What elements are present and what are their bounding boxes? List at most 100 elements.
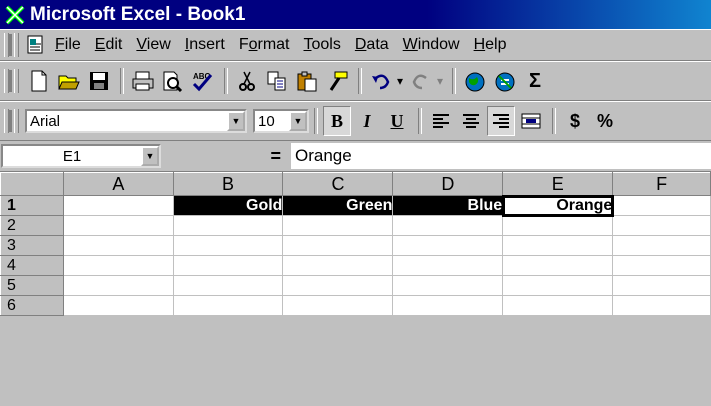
cell[interactable] — [172, 255, 284, 276]
chevron-down-icon[interactable]: ▼ — [227, 111, 245, 131]
cell-a1[interactable] — [63, 195, 174, 216]
undo-dropdown[interactable]: ▾ — [397, 74, 403, 88]
cell[interactable] — [502, 235, 614, 256]
paste-icon[interactable] — [293, 66, 321, 96]
cell[interactable] — [282, 295, 394, 316]
menu-file[interactable]: File — [55, 36, 81, 54]
font-size-select[interactable]: 10 ▼ — [253, 109, 309, 133]
chevron-down-icon[interactable]: ▼ — [289, 111, 307, 131]
autosum-icon[interactable]: Σ — [521, 66, 549, 96]
cell[interactable] — [282, 255, 394, 276]
cell-b1[interactable]: Gold — [172, 195, 284, 216]
formula-input[interactable]: Orange — [291, 143, 711, 169]
cell[interactable] — [612, 255, 711, 276]
format-grip-2 — [14, 109, 19, 133]
format-grip[interactable] — [4, 109, 9, 133]
cell[interactable] — [612, 295, 711, 316]
cell[interactable] — [392, 255, 504, 276]
font-size-value: 10 — [258, 112, 275, 130]
row-header-4[interactable]: 4 — [0, 255, 65, 276]
cell[interactable] — [392, 215, 504, 236]
row-header-3[interactable]: 3 — [0, 235, 65, 256]
cell[interactable] — [502, 295, 614, 316]
row-header-2[interactable]: 2 — [0, 215, 65, 236]
cell-f1[interactable] — [612, 195, 711, 216]
cell-d1[interactable]: Blue — [392, 195, 504, 216]
cell[interactable] — [172, 295, 284, 316]
equals-sign[interactable]: = — [161, 146, 291, 167]
chevron-down-icon[interactable]: ▼ — [141, 146, 159, 166]
select-all-corner[interactable] — [0, 172, 65, 196]
cell[interactable] — [392, 295, 504, 316]
spelling-icon[interactable]: ABC — [189, 66, 217, 96]
menu-format[interactable]: Format — [239, 36, 290, 54]
cell[interactable] — [502, 275, 614, 296]
column-header-d[interactable]: D — [392, 172, 504, 196]
cut-icon[interactable] — [233, 66, 261, 96]
menu-data[interactable]: Data — [355, 36, 389, 54]
column-header-b[interactable]: B — [172, 172, 284, 196]
row-header-1[interactable]: 1 — [0, 195, 65, 216]
cell[interactable] — [172, 235, 284, 256]
cell[interactable] — [612, 275, 711, 296]
align-center-icon[interactable] — [457, 106, 485, 136]
percent-button[interactable]: % — [591, 106, 619, 136]
menu-insert[interactable]: Insert — [185, 36, 225, 54]
menu-view[interactable]: View — [136, 36, 170, 54]
cell[interactable] — [63, 235, 174, 256]
cell[interactable] — [63, 255, 174, 276]
cell[interactable] — [612, 235, 711, 256]
cell[interactable] — [172, 215, 284, 236]
print-icon[interactable] — [129, 66, 157, 96]
cell[interactable] — [392, 275, 504, 296]
align-right-icon[interactable] — [487, 106, 515, 136]
underline-button[interactable]: U — [383, 106, 411, 136]
font-name-select[interactable]: Arial ▼ — [25, 109, 247, 133]
row-header-6[interactable]: 6 — [0, 295, 65, 316]
column-header-e[interactable]: E — [502, 172, 614, 196]
menu-window[interactable]: Window — [403, 36, 460, 54]
name-box[interactable]: E1 ▼ — [1, 144, 161, 168]
format-painter-icon[interactable] — [323, 66, 351, 96]
hyperlink-icon[interactable] — [491, 66, 519, 96]
cell[interactable] — [502, 255, 614, 276]
cell[interactable] — [282, 215, 394, 236]
toolbar-grip[interactable] — [4, 69, 9, 93]
currency-button[interactable]: $ — [561, 106, 589, 136]
cell[interactable] — [63, 275, 174, 296]
align-left-icon[interactable] — [427, 106, 455, 136]
menu-help[interactable]: Help — [474, 36, 507, 54]
cell[interactable] — [502, 215, 614, 236]
redo-icon[interactable] — [407, 66, 435, 96]
menu-grip[interactable] — [4, 33, 9, 57]
open-icon[interactable] — [55, 66, 83, 96]
column-header-c[interactable]: C — [282, 172, 394, 196]
column-header-a[interactable]: A — [63, 172, 174, 196]
new-icon[interactable] — [25, 66, 53, 96]
cell[interactable] — [282, 275, 394, 296]
merge-center-icon[interactable] — [517, 106, 545, 136]
menu-edit[interactable]: Edit — [95, 36, 123, 54]
copy-icon[interactable] — [263, 66, 291, 96]
document-icon[interactable] — [25, 34, 47, 56]
menu-tools[interactable]: Tools — [304, 36, 341, 54]
print-preview-icon[interactable] — [159, 66, 187, 96]
undo-icon[interactable] — [367, 66, 395, 96]
cell[interactable] — [63, 215, 174, 236]
cell-e1[interactable]: Orange — [501, 194, 614, 217]
cell[interactable] — [172, 275, 284, 296]
cell[interactable] — [392, 235, 504, 256]
bold-button[interactable]: B — [323, 106, 351, 136]
italic-button[interactable]: I — [353, 106, 381, 136]
save-icon[interactable] — [85, 66, 113, 96]
worksheet-grid: A B C D E F 1 Gold Green Blue Orange 2 3… — [0, 172, 711, 316]
web-toolbar-icon[interactable] — [461, 66, 489, 96]
cell[interactable] — [612, 215, 711, 236]
row-header-5[interactable]: 5 — [0, 275, 65, 296]
column-header-f[interactable]: F — [612, 172, 711, 196]
cell-c1[interactable]: Green — [282, 195, 394, 216]
table-row: 2 — [0, 215, 711, 236]
cell[interactable] — [63, 295, 174, 316]
redo-dropdown[interactable]: ▾ — [437, 74, 443, 88]
cell[interactable] — [282, 235, 394, 256]
